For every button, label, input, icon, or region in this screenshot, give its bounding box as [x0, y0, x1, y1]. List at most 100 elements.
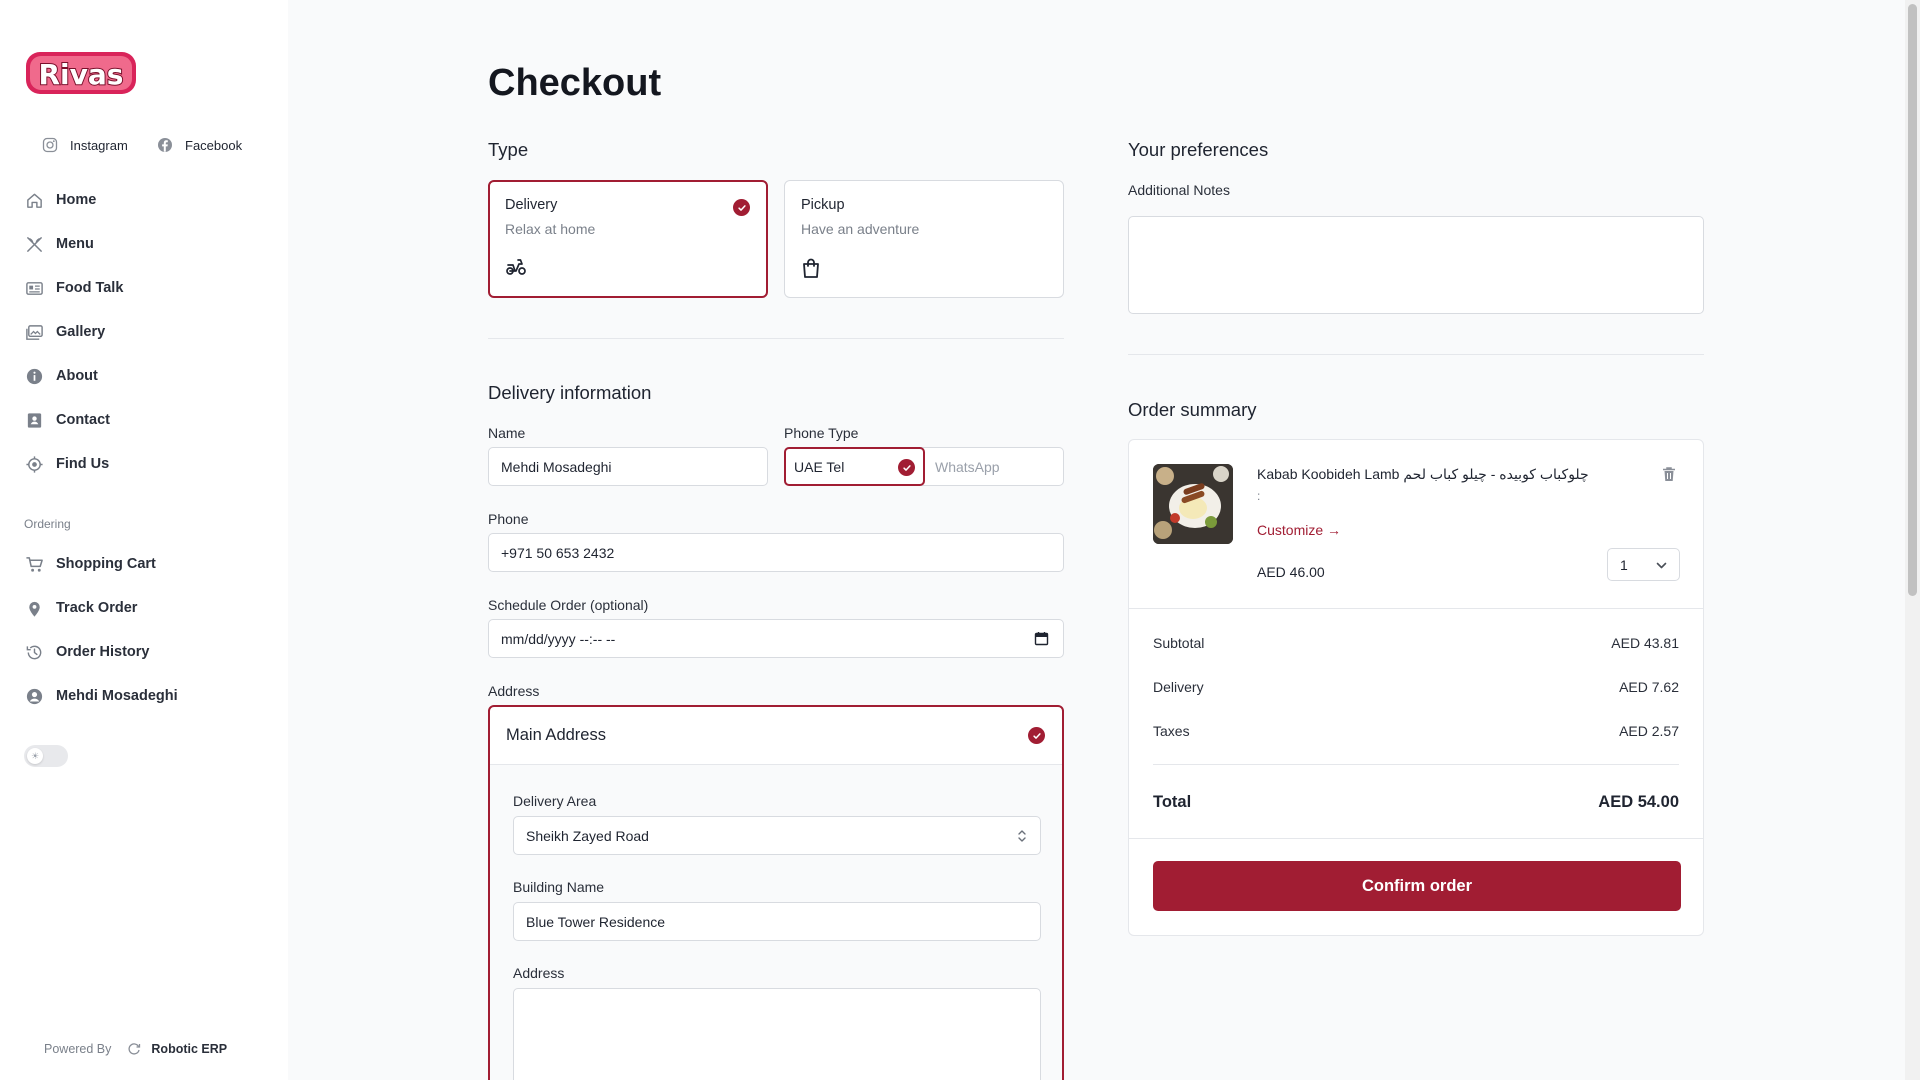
- divider: [1129, 608, 1703, 609]
- rivas-logo[interactable]: Rivas: [24, 48, 138, 98]
- item-price: AED 46.00: [1257, 564, 1325, 580]
- customize-label: Customize: [1257, 522, 1324, 538]
- trash-icon[interactable]: [1660, 465, 1678, 483]
- nav-about[interactable]: About: [24, 364, 98, 388]
- taxes-row: Taxes AED 2.57: [1153, 723, 1679, 739]
- address-card-body: Delivery Area Sheikh Zayed Road Building…: [490, 765, 1062, 1080]
- type-delivery-title: Delivery: [505, 197, 558, 213]
- nav-contact-label: Contact: [56, 412, 110, 428]
- delivery-area-label: Delivery Area: [513, 793, 597, 809]
- address-card-main[interactable]: Main Address Delivery Area Sheikh Zayed …: [488, 705, 1064, 1080]
- nav-shopping-cart-label: Shopping Cart: [56, 556, 156, 572]
- facebook-link[interactable]: Facebook: [157, 137, 242, 153]
- gallery-icon: [24, 322, 44, 342]
- nav-home[interactable]: Home: [24, 188, 96, 212]
- location-target-icon: [24, 454, 44, 474]
- info-icon: [24, 366, 44, 386]
- nav-about-label: About: [56, 368, 98, 384]
- cart-icon: [24, 554, 44, 574]
- divider: [1129, 838, 1703, 839]
- theme-toggle[interactable]: ☀: [24, 745, 68, 767]
- type-heading: Type: [488, 139, 529, 160]
- powered-brand[interactable]: Robotic ERP: [151, 1042, 227, 1056]
- calendar-icon[interactable]: [1034, 631, 1049, 646]
- delivery-area-select[interactable]: Sheikh Zayed Road: [513, 816, 1041, 855]
- phone-type-selector: UAE Tel WhatsApp: [784, 447, 1064, 486]
- building-name-input[interactable]: Blue Tower Residence: [513, 902, 1041, 941]
- map-pin-icon: [24, 598, 44, 618]
- type-pickup-subtitle: Have an adventure: [801, 221, 920, 237]
- taxes-label: Taxes: [1153, 723, 1190, 739]
- shopping-bag-icon: [800, 257, 822, 279]
- subtotal-row: Subtotal AED 43.81: [1153, 635, 1679, 651]
- phone-type-uae-tel-label: UAE Tel: [794, 458, 845, 475]
- phone-type-uae-tel[interactable]: UAE Tel: [784, 447, 925, 486]
- nav-menu[interactable]: Menu: [24, 232, 94, 256]
- nav-food-talk[interactable]: Food Talk: [24, 276, 123, 300]
- divider: [1128, 354, 1704, 355]
- nav-order-history[interactable]: Order History: [24, 640, 149, 664]
- scooter-icon: [505, 256, 527, 278]
- instagram-label: Instagram: [70, 137, 128, 153]
- quantity-select[interactable]: 1: [1607, 548, 1680, 581]
- delivery-fee-value: AED 7.62: [1619, 679, 1679, 695]
- sun-icon: ☀: [27, 748, 43, 764]
- nav-find-us[interactable]: Find Us: [24, 452, 109, 476]
- name-input[interactable]: Mehdi Mosadeghi: [488, 447, 768, 486]
- nav-food-talk-label: Food Talk: [56, 280, 124, 296]
- scrollbar-thumb[interactable]: [1908, 4, 1917, 596]
- instagram-link[interactable]: Instagram: [42, 137, 128, 153]
- notes-textarea[interactable]: [1128, 216, 1704, 314]
- logo-text: Rivas: [39, 58, 124, 91]
- nav-profile-label: Mehdi Mosadeghi: [56, 688, 178, 704]
- address-textarea[interactable]: [513, 988, 1041, 1080]
- address-text-label: Address: [513, 965, 565, 981]
- phone-type-whatsapp[interactable]: WhatsApp: [935, 448, 1000, 485]
- delivery-fee-label: Delivery: [1153, 679, 1204, 695]
- phone-label: Phone: [488, 511, 529, 527]
- order-summary-card: Kabab Koobideh Lamb چلوکباب کوبیده - چیل…: [1128, 439, 1704, 936]
- instagram-icon: [42, 137, 58, 153]
- nav-contact[interactable]: Contact: [24, 408, 110, 432]
- subtotal-label: Subtotal: [1153, 635, 1205, 651]
- confirm-order-button[interactable]: Confirm order: [1153, 861, 1681, 911]
- nav-home-label: Home: [56, 192, 97, 208]
- nav-gallery[interactable]: Gallery: [24, 320, 105, 344]
- notes-label: Additional Notes: [1128, 182, 1230, 198]
- phone-type-label: Phone Type: [784, 425, 859, 441]
- page-scrollbar[interactable]: [1905, 0, 1920, 1080]
- chevron-up-down-icon: [1016, 828, 1028, 844]
- schedule-datetime-input[interactable]: mm/dd/yyyy --:-- --: [488, 619, 1064, 658]
- nav-gallery-label: Gallery: [56, 324, 106, 340]
- check-circle-icon: [898, 459, 915, 476]
- delivery-info-heading: Delivery information: [488, 382, 652, 403]
- nav-menu-label: Menu: [56, 236, 94, 252]
- customize-link[interactable]: Customize →: [1257, 522, 1341, 538]
- user-circle-icon: [24, 686, 44, 706]
- newspaper-icon: [24, 278, 44, 298]
- ordering-section-label: Ordering: [24, 517, 71, 531]
- subtotal-value: AED 43.81: [1611, 635, 1679, 651]
- powered-by-label: Powered By: [44, 1042, 112, 1056]
- name-label: Name: [488, 425, 526, 441]
- page-title: Checkout: [488, 62, 662, 104]
- divider: [1153, 764, 1679, 765]
- nav-order-history-label: Order History: [56, 644, 150, 660]
- nav-profile[interactable]: Mehdi Mosadeghi: [24, 684, 178, 708]
- type-delivery-card[interactable]: Delivery Relax at home: [488, 180, 768, 298]
- nav-shopping-cart[interactable]: Shopping Cart: [24, 552, 156, 576]
- home-icon: [24, 190, 44, 210]
- item-image: [1153, 464, 1233, 544]
- type-delivery-subtitle: Relax at home: [505, 221, 596, 237]
- delivery-area-value: Sheikh Zayed Road: [526, 827, 649, 844]
- phone-input[interactable]: +971 50 653 2432: [488, 533, 1064, 572]
- nav-track-order[interactable]: Track Order: [24, 596, 137, 620]
- total-value: AED 54.00: [1598, 793, 1679, 811]
- address-card-header: Main Address: [490, 707, 1062, 765]
- type-pickup-card[interactable]: Pickup Have an adventure: [784, 180, 1064, 298]
- utensils-icon: [24, 234, 44, 254]
- chevron-down-icon: [1655, 559, 1668, 572]
- robotic-erp-icon: [127, 1042, 141, 1056]
- nav-find-us-label: Find Us: [56, 456, 110, 472]
- item-options: :: [1257, 489, 1261, 503]
